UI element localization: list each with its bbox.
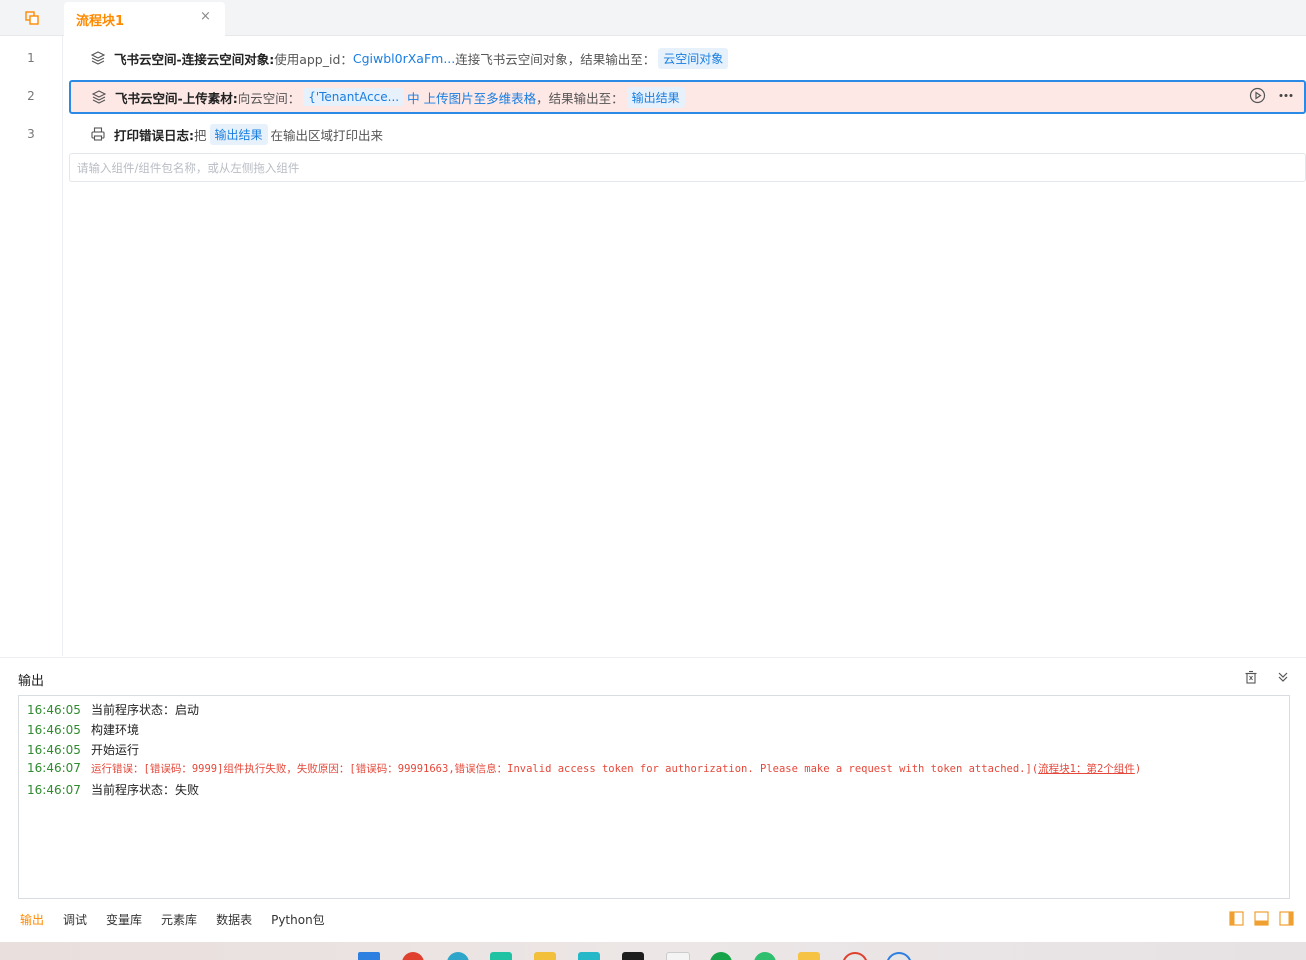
row-actions xyxy=(1249,87,1294,107)
line-number: 2 xyxy=(27,89,35,103)
layout-left-panel-icon[interactable] xyxy=(1229,911,1244,930)
tab-label: 流程块1 xyxy=(76,14,125,29)
step-text: 把 xyxy=(194,127,207,143)
step-text: ，结果输出至： xyxy=(536,90,624,106)
flow-step-3[interactable]: 打印错误日志: 把 输出结果 在输出区域打印出来 xyxy=(70,118,1304,150)
param-link[interactable]: Cgiwbl0rXaFm... xyxy=(353,51,455,66)
tab-bar: 流程块1 × xyxy=(0,0,1306,36)
variable-chip[interactable]: 云空间对象 xyxy=(658,47,729,69)
log-message: 构建环境 xyxy=(91,723,140,737)
layout-toggle-group xyxy=(1229,911,1294,930)
line-gutter: 1 2 3 xyxy=(0,36,63,656)
layout-right-panel-icon[interactable] xyxy=(1279,911,1294,930)
tab-variables[interactable]: 变量库 xyxy=(106,911,142,928)
log-time: 16:46:07 xyxy=(27,761,81,775)
flow-step-1[interactable]: 飞书云空间-连接云空间对象: 使用app_id： Cgiwbl0rXaFm...… xyxy=(70,42,1304,74)
output-title: 输出 xyxy=(18,674,45,689)
folder-icon[interactable] xyxy=(534,952,556,960)
app-icon[interactable] xyxy=(490,952,512,960)
app-icon[interactable] xyxy=(447,952,469,960)
variable-chip[interactable]: {'TenantAcce... xyxy=(303,88,405,106)
error-source-link[interactable]: 流程块1：第2个组件 xyxy=(1038,763,1135,775)
run-step-icon[interactable] xyxy=(1249,87,1266,107)
log-line: 16:46:05 开始运行 xyxy=(27,741,139,758)
tab-datatable[interactable]: 数据表 xyxy=(216,911,252,928)
param-link[interactable]: 中 上传图片至多维表格 xyxy=(407,88,536,107)
close-icon[interactable]: × xyxy=(200,9,211,24)
layout-bottom-panel-icon[interactable] xyxy=(1254,911,1269,930)
app-icon[interactable] xyxy=(710,952,732,960)
flow-step-2[interactable]: 飞书云空间-上传素材: 向云空间： {'TenantAcce... 中 上传图片… xyxy=(69,80,1306,114)
tab-flow-block-1[interactable]: 流程块1 × xyxy=(64,2,225,36)
step-name: 飞书云空间-连接云空间对象: xyxy=(114,51,275,67)
more-icon[interactable] xyxy=(1278,87,1294,107)
variable-chip[interactable]: 输出结果 xyxy=(209,123,268,145)
variable-chip[interactable]: 输出结果 xyxy=(626,86,685,108)
log-line: 16:46:05 当前程序状态：启动 xyxy=(27,701,199,718)
app-icon[interactable] xyxy=(886,952,912,960)
log-time: 16:46:07 xyxy=(27,783,81,797)
log-line-error: 16:46:07 运行错误：[错误码：9999]组件执行失败，失败原因：[错误码：… xyxy=(27,761,1141,776)
tab-debug[interactable]: 调试 xyxy=(63,911,87,928)
log-time: 16:46:05 xyxy=(27,723,81,737)
output-console[interactable]: 16:46:05 当前程序状态：启动 16:46:05 构建环境 16:46:05 开… xyxy=(18,695,1290,899)
clear-trash-icon[interactable] xyxy=(1244,669,1258,688)
os-taskbar xyxy=(0,942,1306,960)
collapse-chevron-down-icon[interactable] xyxy=(1276,669,1290,688)
log-message: 当前程序状态：启动 xyxy=(91,703,200,717)
log-line: 16:46:05 构建环境 xyxy=(27,721,139,738)
output-panel-header: 输出 xyxy=(0,657,1306,694)
line-number: 1 xyxy=(27,51,35,65)
log-message-tail: ) xyxy=(1134,763,1142,775)
document-icon[interactable] xyxy=(666,952,690,960)
component-search-input[interactable] xyxy=(70,154,1279,181)
app-icon[interactable] xyxy=(578,952,600,960)
log-message: 开始运行 xyxy=(91,743,140,757)
step-text: 连接飞书云空间对象，结果输出至： xyxy=(455,51,656,67)
step-text: 使用app_id： xyxy=(274,51,353,67)
app-icon[interactable] xyxy=(842,952,868,960)
layers-icon xyxy=(91,89,107,105)
wechat-icon[interactable] xyxy=(754,952,776,960)
tab-output[interactable]: 输出 xyxy=(20,911,44,928)
app-icon[interactable] xyxy=(402,952,424,960)
log-line: 16:46:07 当前程序状态：失败 xyxy=(27,781,199,798)
output-tools xyxy=(1244,669,1290,688)
printer-icon xyxy=(90,126,106,142)
step-name: 打印错误日志: xyxy=(114,127,194,143)
log-time: 16:46:05 xyxy=(27,743,81,757)
step-text: 向云空间： xyxy=(237,90,301,106)
tab-elements[interactable]: 元素库 xyxy=(161,911,197,928)
app-icon[interactable] xyxy=(798,952,820,960)
windows-start-icon[interactable] xyxy=(358,952,380,960)
log-time: 16:46:05 xyxy=(27,703,81,717)
log-message: 当前程序状态：失败 xyxy=(91,783,200,797)
flow-overview-icon[interactable] xyxy=(0,0,64,35)
app-icon[interactable] xyxy=(622,952,644,960)
component-search-field[interactable] xyxy=(69,153,1306,182)
tab-python-packages[interactable]: Python包 xyxy=(271,911,325,928)
line-number: 3 xyxy=(27,127,35,141)
bottom-tab-bar: 输出 调试 变量库 元素库 数据表 Python包 xyxy=(20,911,325,928)
step-text: 在输出区域打印出来 xyxy=(270,127,384,143)
step-name: 飞书云空间-上传素材: xyxy=(115,90,238,106)
log-message: 运行错误：[错误码：9999]组件执行失败，失败原因：[错误码：99991663… xyxy=(91,763,1039,775)
layers-icon xyxy=(90,50,106,66)
